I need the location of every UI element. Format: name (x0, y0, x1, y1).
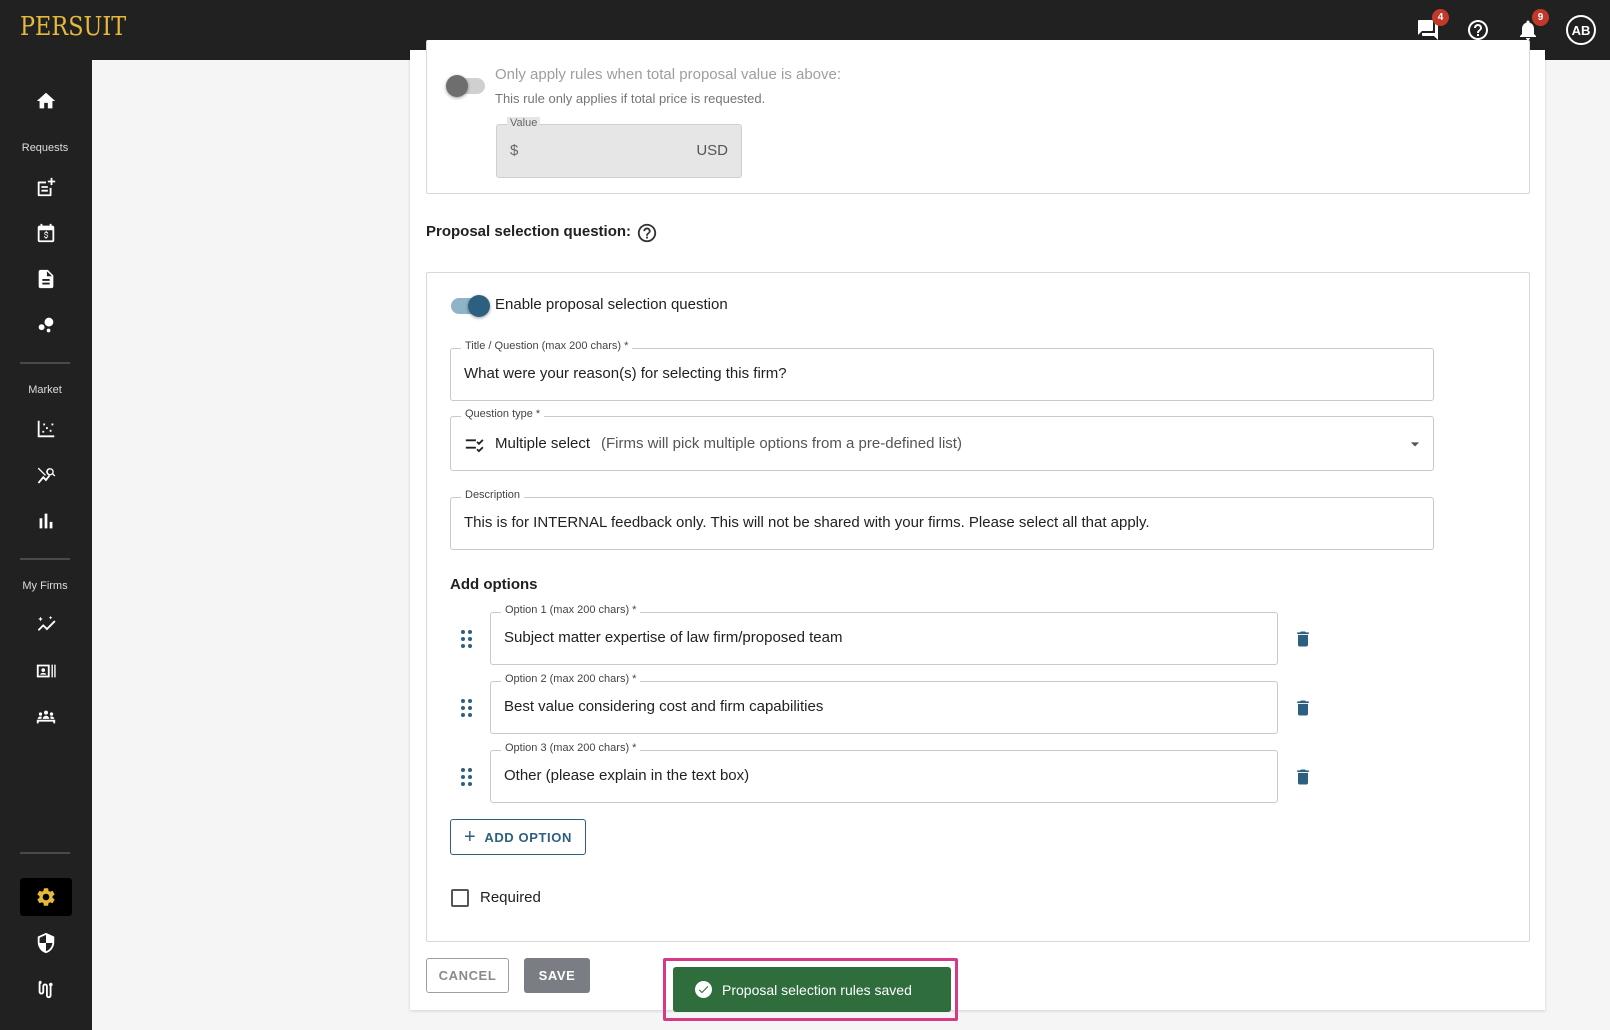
option-1-value: Subject matter expertise of law firm/pro… (504, 629, 843, 646)
success-snackbar: Proposal selection rules saved (673, 967, 951, 1012)
sparkle-chart-icon (37, 615, 56, 631)
description-value: This is for INTERNAL feedback only. This… (464, 514, 1150, 531)
multi-select-icon (465, 439, 484, 453)
snackbar-message: Proposal selection rules saved (722, 981, 912, 998)
new-request-icon (37, 177, 56, 197)
enable-selection-toggle[interactable] (451, 295, 490, 317)
delete-option-2-button[interactable] (1293, 697, 1313, 719)
threshold-value-label: Value (507, 117, 541, 129)
currency-code: USD (696, 142, 728, 159)
question-type-select[interactable]: Question type * Multiple select (Firms w… (450, 408, 1434, 471)
messages-badge: 4 (1432, 9, 1449, 26)
sidebar-item-workflow[interactable] (20, 970, 72, 1008)
required-checkbox[interactable] (451, 889, 469, 907)
notifications-badge: 9 (1532, 9, 1549, 26)
option-drag-handle[interactable] (461, 699, 475, 721)
option-drag-handle[interactable] (461, 630, 475, 652)
check-circle-icon (695, 981, 712, 998)
sidebar-item-documents[interactable] (20, 260, 72, 298)
sidebar-item-new-request[interactable] (20, 168, 72, 206)
option-3-value: Other (please explain in the text box) (504, 767, 750, 784)
help-icon (637, 223, 657, 243)
side-nav: Requests Market My Firms (0, 60, 92, 1030)
sidebar-item-home[interactable] (20, 82, 72, 120)
team-icon (36, 710, 56, 724)
sidebar-item-market-search[interactable] (20, 456, 72, 494)
option-2-value: Best value considering cost and firm cap… (504, 698, 824, 715)
persuit-logo[interactable]: PERSUIT (20, 12, 126, 42)
option-1-label: Option 1 (max 200 chars) * (501, 604, 641, 616)
delete-option-1-button[interactable] (1293, 628, 1313, 650)
sidebar-item-market-bars[interactable] (20, 502, 72, 540)
trash-icon (1297, 631, 1309, 647)
plus-icon: + (464, 826, 477, 848)
threshold-value-field[interactable]: Value $ USD (496, 117, 742, 178)
question-type-label: Question type * (461, 408, 545, 420)
enable-selection-label: Enable proposal selection question (495, 296, 728, 313)
description-label: Description (461, 489, 525, 501)
toggle-knob (446, 75, 468, 97)
add-option-button[interactable]: + ADD OPTION (450, 819, 586, 855)
help-icon (1468, 20, 1488, 40)
threshold-toggle-label: Only apply rules when total proposal val… (495, 66, 842, 83)
delete-option-3-button[interactable] (1293, 766, 1313, 788)
workflow-icon (38, 980, 53, 999)
sidebar-item-firm-directory[interactable] (20, 652, 72, 690)
sidebar-divider (20, 362, 70, 364)
scatter-chart-icon (37, 420, 55, 438)
home-icon (36, 92, 56, 109)
cancel-button[interactable]: CANCEL (426, 958, 509, 993)
shield-icon (37, 932, 55, 954)
trash-icon (1297, 700, 1309, 716)
option-2-label: Option 2 (max 200 chars) * (501, 673, 641, 685)
option-3-field[interactable]: Option 3 (max 200 chars) * Other (please… (490, 742, 1278, 803)
gear-icon (37, 888, 55, 906)
required-label: Required (480, 889, 541, 906)
title-field[interactable]: Title / Question (max 200 chars) * What … (450, 340, 1434, 401)
threshold-helper-text: This rule only applies if total price is… (495, 91, 766, 106)
title-field-label: Title / Question (max 200 chars) * (461, 340, 633, 352)
user-avatar[interactable]: AB (1566, 15, 1596, 45)
bubbles-icon (38, 317, 54, 333)
option-drag-handle[interactable] (461, 768, 475, 790)
description-field[interactable]: Description This is for INTERNAL feedbac… (450, 489, 1434, 550)
sidebar-divider (20, 852, 70, 854)
sidebar-divider (20, 558, 70, 560)
option-2-field[interactable]: Option 2 (max 200 chars) * Best value co… (490, 673, 1278, 734)
threshold-toggle[interactable] (446, 75, 485, 97)
question-type-value: Multiple select (495, 435, 591, 452)
add-options-heading: Add options (450, 576, 538, 593)
toggle-knob (468, 295, 490, 317)
option-3-label: Option 3 (max 200 chars) * (501, 742, 641, 754)
bar-chart-icon (39, 513, 53, 529)
insights-search-icon (37, 467, 56, 484)
trash-icon (1297, 769, 1309, 785)
sidebar-item-market-chart[interactable] (20, 410, 72, 448)
threshold-panel: Only apply rules when total proposal val… (426, 40, 1530, 194)
sidebar-item-firm-teams[interactable] (20, 698, 72, 736)
add-option-label: ADD OPTION (484, 829, 572, 845)
currency-symbol: $ (510, 142, 519, 159)
sidebar-item-security[interactable] (20, 924, 72, 962)
document-icon (38, 269, 54, 289)
sidebar-item-firms-insights[interactable] (20, 606, 72, 644)
title-field-value: What were your reason(s) for selecting t… (464, 365, 787, 382)
option-1-field[interactable]: Option 1 (max 200 chars) * Subject matte… (490, 604, 1278, 665)
selection-question-help-button[interactable] (636, 222, 658, 244)
selection-question-heading: Proposal selection question: (426, 223, 632, 240)
selection-question-panel: Enable proposal selection question Title… (426, 272, 1530, 942)
sidebar-section-market: Market (28, 384, 62, 396)
sidebar-item-settings[interactable] (20, 878, 72, 916)
save-button[interactable]: SAVE (524, 958, 590, 993)
sidebar-section-requests: Requests (21, 142, 69, 154)
dropdown-arrow-icon (1410, 442, 1420, 447)
sidebar-item-bubbles[interactable] (20, 306, 72, 344)
calendar-dollar-icon (37, 223, 55, 243)
sidebar-section-my-firms: My Firms (22, 580, 68, 592)
id-card-icon (36, 664, 56, 678)
question-type-hint: (Firms will pick multiple options from a… (601, 435, 962, 452)
sidebar-item-billing[interactable] (20, 214, 72, 252)
